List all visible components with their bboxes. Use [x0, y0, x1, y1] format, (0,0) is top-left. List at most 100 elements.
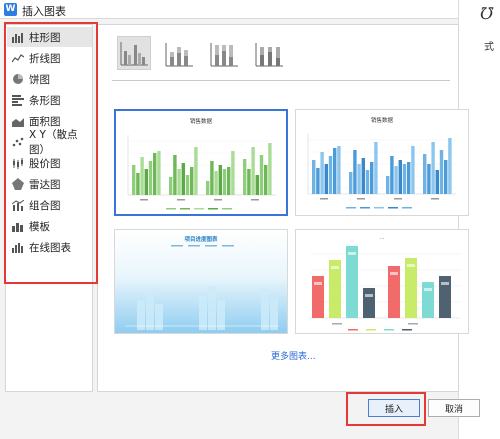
subtype-divider	[112, 80, 450, 81]
thumb-bar	[390, 156, 394, 194]
preview-blue-chart	[307, 134, 456, 209]
thumb-legend	[374, 207, 384, 209]
insert-chart-dialog: W 插入图表 ℧ 式 柱形图 折线图 饼图 条形图 面积图 X Y（散点图） 股…	[0, 0, 500, 439]
thumb-legend	[222, 208, 232, 210]
thumb-legend	[222, 245, 234, 247]
thumb-bar	[259, 155, 264, 195]
thumb-legend	[360, 207, 370, 209]
thumb-legend	[188, 245, 200, 247]
thumb-legend	[388, 207, 398, 209]
thumb-bar	[144, 169, 148, 195]
sidebar-highlight-box	[4, 22, 98, 284]
stacked-column-icon	[165, 43, 193, 67]
subtype-percent-stacked-column[interactable]	[207, 36, 241, 70]
thumb-x-label	[320, 198, 328, 200]
thumb-bar	[435, 170, 439, 194]
more-charts-link[interactable]: 更多图表...	[271, 349, 316, 362]
background-glyph: ℧	[480, 4, 494, 23]
preview-ocean-chart	[125, 245, 279, 330]
thumb-legend	[205, 245, 217, 247]
thumb-bar	[132, 165, 136, 195]
thumb-bar	[444, 160, 448, 194]
thumb-x-label	[332, 323, 342, 325]
thumb-x-label	[408, 323, 418, 325]
thumb-legend	[171, 245, 183, 247]
thumb-bar	[181, 163, 185, 195]
thumb-legend	[166, 208, 176, 210]
thumb-bar	[386, 176, 390, 194]
thumb-bar	[222, 169, 227, 195]
thumb-bar	[261, 290, 269, 330]
thumb-bar	[423, 154, 427, 194]
thumb-legend	[402, 207, 412, 209]
thumb-bar	[337, 146, 341, 194]
thumb-bar	[199, 296, 207, 330]
thumb-bar	[411, 146, 415, 194]
subtype-clustered-column[interactable]	[117, 36, 151, 70]
thumb-bar	[320, 152, 324, 194]
preview-colorful-chart	[310, 246, 460, 331]
thumb-bar	[255, 175, 259, 195]
dialog-title: 插入图表	[22, 5, 66, 18]
thumb-bar	[365, 170, 370, 194]
thumb-bar	[394, 166, 398, 194]
thumb-bar	[361, 158, 365, 194]
preview-ocean[interactable]: 项目进度图表	[114, 229, 288, 334]
thumb-bar	[270, 298, 278, 330]
thumb-bar	[247, 169, 251, 195]
thumb-bar	[146, 292, 154, 330]
thumb-bar	[268, 143, 272, 195]
thumb-bar	[402, 164, 407, 194]
thumb-bar	[148, 161, 153, 195]
thumb-legend	[346, 207, 356, 209]
thumb-x-label	[431, 198, 439, 200]
cancel-button[interactable]: 取消	[428, 399, 480, 417]
thumb-bar	[316, 168, 320, 194]
preview-blue-bars[interactable]: 销售数据	[295, 109, 469, 216]
thumb-bar	[349, 172, 353, 194]
preview-colorful[interactable]: ...	[295, 229, 469, 334]
thumb-bar	[190, 167, 194, 195]
thumb-data-label	[314, 282, 322, 285]
percent-stacked-column-icon	[210, 43, 238, 67]
wps-app-icon: W	[4, 3, 17, 16]
thumb-data-label	[348, 252, 356, 255]
thumb-data-label	[390, 272, 398, 275]
thumb-data-label	[441, 282, 449, 285]
thumb-bar	[333, 148, 337, 194]
thumb-data-label	[407, 264, 415, 267]
thumb-x-label	[394, 198, 402, 200]
thumb-bar	[312, 160, 316, 194]
thumb-bar	[136, 173, 140, 195]
title-bar: W 插入图表	[0, 0, 500, 19]
thumb-bar	[194, 147, 198, 195]
thumb-bar	[210, 161, 214, 195]
thumb-legend	[402, 329, 412, 331]
thumb-bar	[324, 164, 328, 194]
thumb-bar	[208, 286, 216, 330]
thumb-bar	[214, 171, 218, 195]
insert-highlight-box	[346, 392, 426, 426]
thumb-bar	[217, 300, 225, 330]
thumb-bar	[427, 164, 431, 194]
background-window-edge	[458, 0, 500, 439]
thumb-legend	[208, 208, 218, 210]
thumb-bar	[153, 153, 157, 195]
thumb-bar	[407, 162, 411, 194]
thumb-bar	[346, 246, 358, 318]
preview-green-bars[interactable]: 销售数据	[114, 109, 288, 216]
thumb-legend	[384, 329, 394, 331]
thumb-bar	[173, 155, 177, 195]
subtype-stacked-column[interactable]	[162, 36, 196, 70]
thumb-bar	[169, 177, 173, 195]
thumb-bar	[231, 151, 235, 195]
thumb-bar	[448, 138, 452, 194]
thumb-legend	[180, 208, 190, 210]
thumb-x-label	[357, 198, 365, 200]
3d-column-icon	[255, 43, 283, 67]
thumb-x-label	[140, 199, 148, 201]
thumb-legend	[348, 329, 358, 331]
thumb-bar	[185, 175, 190, 195]
subtype-3d-column[interactable]	[252, 36, 286, 70]
thumb-bar	[328, 156, 333, 194]
